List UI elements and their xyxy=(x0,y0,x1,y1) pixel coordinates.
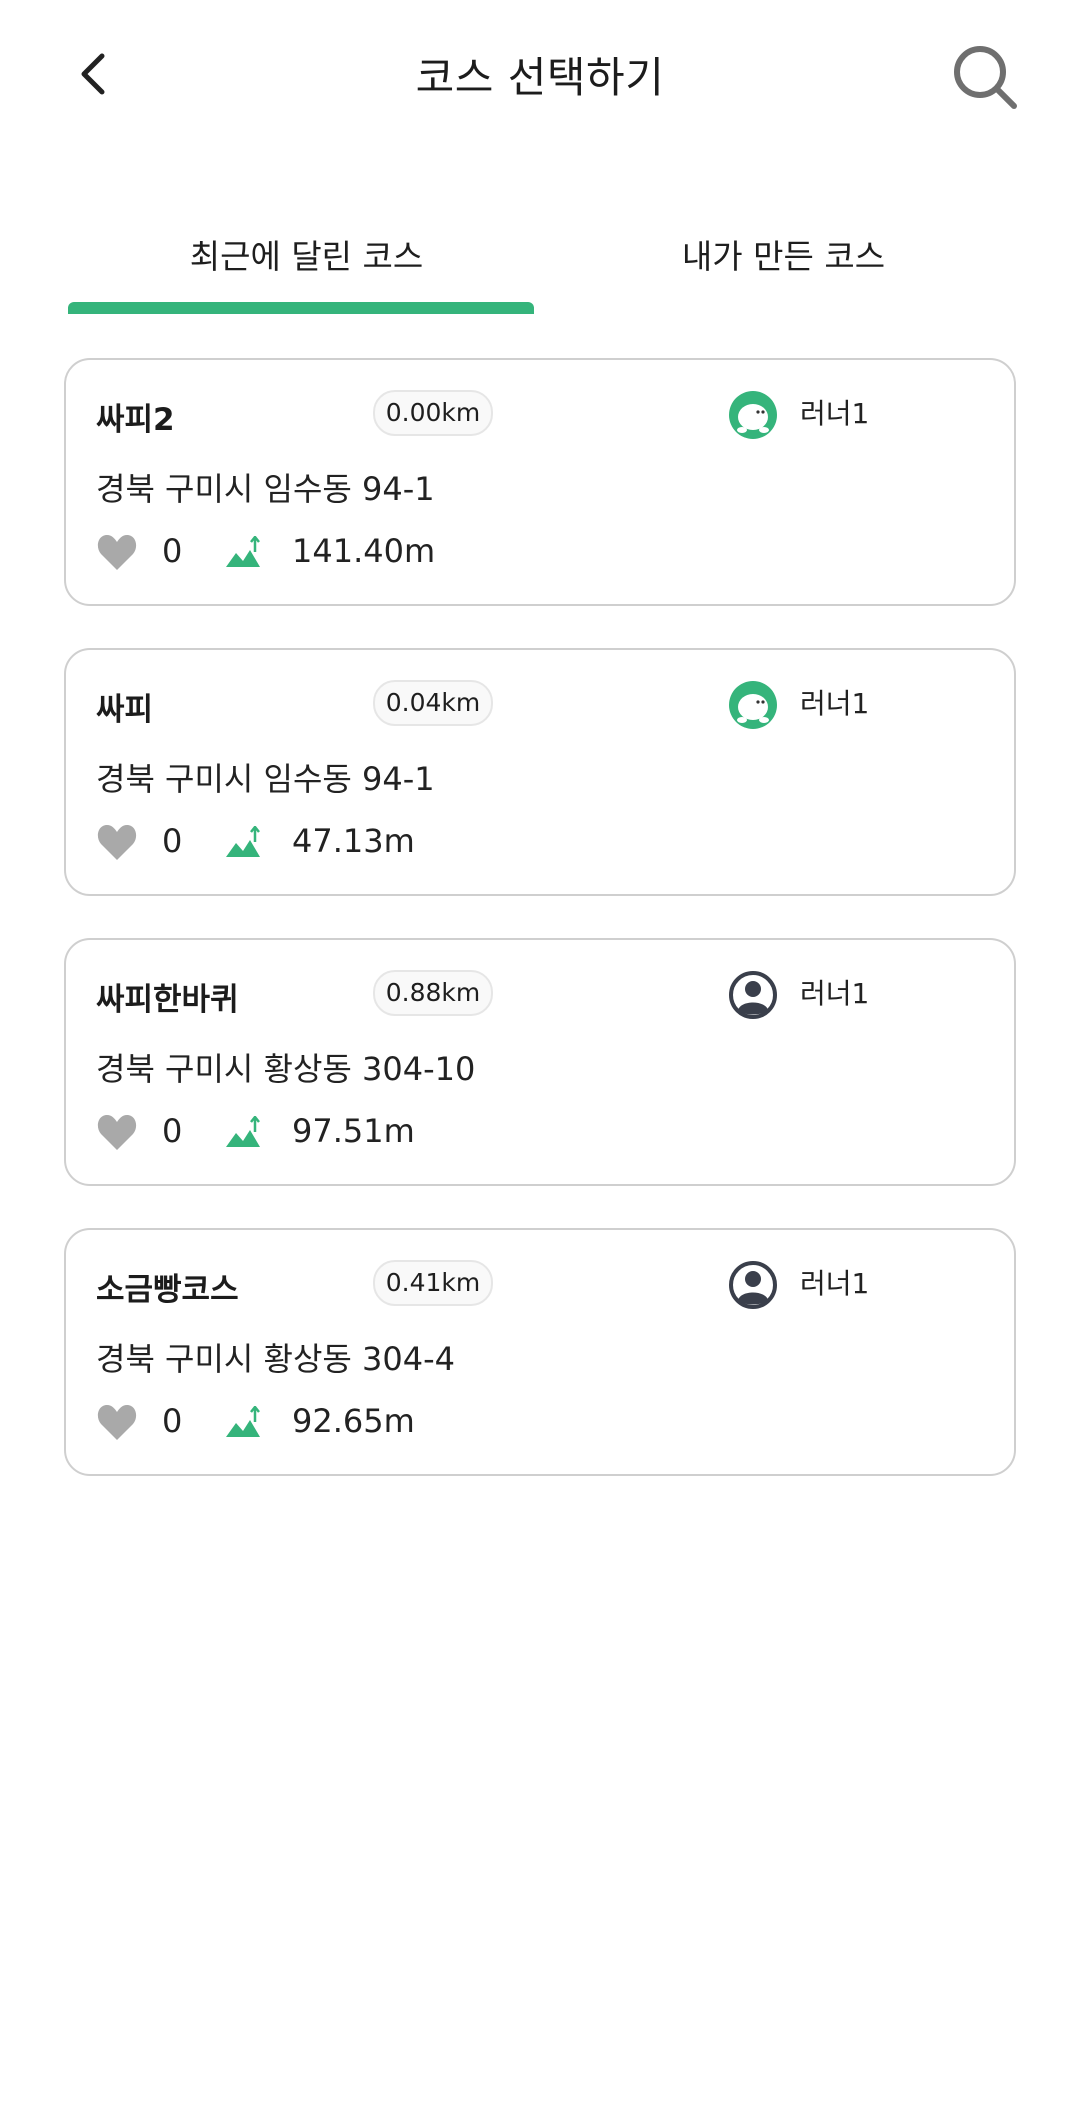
runner-name: 러너1 xyxy=(800,397,870,430)
like-count: 0 xyxy=(162,1112,183,1150)
search-icon xyxy=(954,46,1017,109)
distance-badge: 0.41km xyxy=(373,1260,493,1306)
course-address: 경북 구미시 황상동 304-4 xyxy=(96,1340,456,1378)
runner-name: 러너1 xyxy=(800,977,870,1010)
elevation-value: 47.13m xyxy=(292,822,415,860)
heart-icon[interactable] xyxy=(96,1402,138,1442)
course-name: 싸피한바퀴 xyxy=(96,982,239,1018)
active-tab-indicator xyxy=(68,302,534,314)
elevation-icon xyxy=(226,1116,260,1147)
tab-recent-courses[interactable]: 최근에 달린 코스 xyxy=(68,230,545,278)
course-stats: 0 47.13m xyxy=(96,820,796,868)
course-address: 경북 구미시 임수동 94-1 xyxy=(96,760,435,798)
course-card[interactable]: 싸피한바퀴 0.88km 러너1 경북 구미시 황상동 304-10 0 97.… xyxy=(64,938,1016,1186)
like-count: 0 xyxy=(162,532,183,570)
distance-badge: 0.00km xyxy=(373,390,493,436)
course-tabs: 최근에 달린 코스 내가 만든 코스 xyxy=(68,220,1022,315)
search-button[interactable] xyxy=(950,42,1020,112)
elevation-value: 92.65m xyxy=(292,1402,415,1440)
course-stats: 0 141.40m xyxy=(96,530,796,578)
user-avatar-icon xyxy=(729,1261,777,1309)
course-card[interactable]: 싸피 0.04km 러너1 경북 구미시 임수동 94-1 0 47.13m xyxy=(64,648,1016,896)
heart-icon[interactable] xyxy=(96,1112,138,1152)
course-card[interactable]: 소금빵코스 0.41km 러너1 경북 구미시 황상동 304-4 0 92.6… xyxy=(64,1228,1016,1476)
heart-icon[interactable] xyxy=(96,532,138,572)
elevation-icon xyxy=(226,826,260,857)
like-count: 0 xyxy=(162,822,183,860)
course-address: 경북 구미시 황상동 304-10 xyxy=(96,1050,476,1088)
course-name: 소금빵코스 xyxy=(96,1272,239,1308)
runner-name: 러너1 xyxy=(800,687,870,720)
course-address: 경북 구미시 임수동 94-1 xyxy=(96,470,435,508)
course-stats: 0 92.65m xyxy=(96,1400,796,1448)
tab-my-courses[interactable]: 내가 만든 코스 xyxy=(545,230,1022,278)
elevation-value: 141.40m xyxy=(292,532,436,570)
green-character-avatar-icon xyxy=(729,681,777,729)
heart-icon[interactable] xyxy=(96,822,138,862)
distance-badge: 0.88km xyxy=(373,970,493,1016)
course-name: 싸피2 xyxy=(96,402,175,438)
elevation-icon xyxy=(226,536,260,567)
elevation-icon xyxy=(226,1406,260,1437)
green-character-avatar-icon xyxy=(729,391,777,439)
runner-name: 러너1 xyxy=(800,1267,870,1300)
app-header: 코스 선택하기 xyxy=(0,0,1080,150)
like-count: 0 xyxy=(162,1402,183,1440)
course-card[interactable]: 싸피2 0.00km 러너1 경북 구미시 임수동 94-1 0 141.40m xyxy=(64,358,1016,606)
user-avatar-icon xyxy=(729,971,777,1019)
course-name: 싸피 xyxy=(96,692,154,728)
page-title: 코스 선택하기 xyxy=(415,53,665,102)
elevation-value: 97.51m xyxy=(292,1112,415,1150)
course-stats: 0 97.51m xyxy=(96,1110,796,1158)
distance-badge: 0.04km xyxy=(373,680,493,726)
